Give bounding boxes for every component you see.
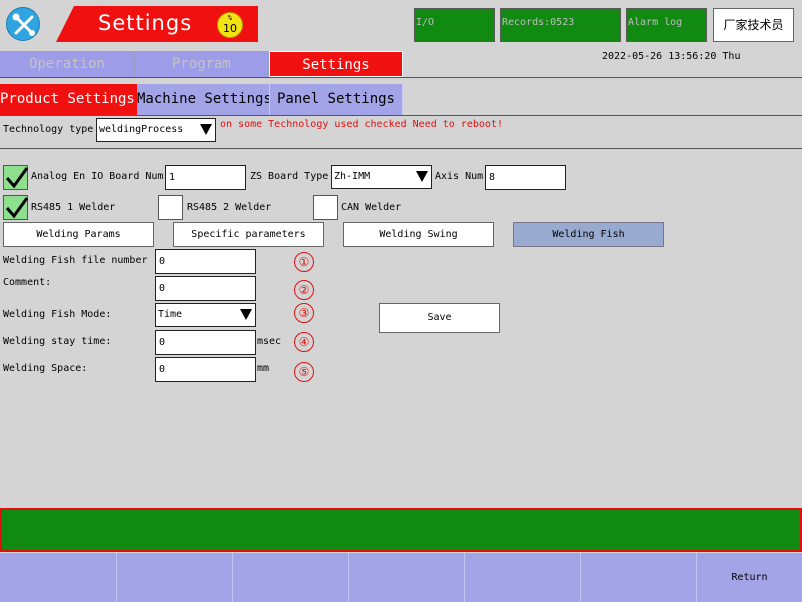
zs-board-type-select[interactable]: Zh-IMM [331, 165, 432, 189]
speed-value: 10 [223, 22, 237, 35]
stay-time-label: Welding stay time: [3, 336, 112, 347]
io-status-button[interactable]: I/O [414, 8, 495, 42]
triangle-down-icon [240, 309, 252, 320]
technology-type-value: weldingProcess [99, 124, 184, 135]
can-welder-checkbox[interactable] [313, 195, 338, 220]
axis-num-label: Axis Num [435, 171, 484, 182]
zs-board-type-label: ZS Board Type [250, 171, 329, 182]
function-key-1[interactable] [0, 553, 117, 602]
marker-3: ③ [294, 303, 314, 323]
divider [0, 148, 802, 149]
can-welder-label: CAN Welder [341, 202, 402, 213]
reboot-note: on some Technology used checked Need to … [220, 119, 503, 130]
welding-params-button[interactable]: Welding Params [3, 222, 154, 247]
specific-parameters-button[interactable]: Specific parameters [173, 222, 324, 247]
marker-5: ⑤ [294, 362, 314, 382]
stay-time-input[interactable]: 0 [155, 330, 256, 355]
checkmark-icon [5, 197, 29, 219]
rs485-1-welder-label: RS485 1 Welder [31, 202, 116, 213]
rs485-1-welder-checkbox[interactable] [3, 195, 29, 220]
fish-mode-select[interactable]: Time [155, 303, 256, 327]
stay-time-unit: msec [257, 336, 282, 347]
tab-settings[interactable]: Settings [269, 51, 403, 77]
return-button[interactable]: Return [697, 553, 802, 602]
technology-type-label: Technology type [3, 124, 94, 135]
tools-icon[interactable] [6, 7, 40, 41]
tab-operation[interactable]: Operation [0, 51, 135, 77]
marker-2: ② [294, 280, 314, 300]
datetime-display: 2022-05-26 13:56:20 Thu [602, 51, 741, 62]
analog-board-num-input[interactable]: 1 [165, 165, 246, 190]
axis-num-input[interactable]: 8 [485, 165, 566, 190]
zs-board-type-value: Zh-IMM [334, 171, 371, 182]
analog-board-checkbox[interactable] [3, 165, 29, 190]
function-key-3[interactable] [233, 553, 349, 602]
comment-label: Comment: [3, 277, 52, 288]
tab-program[interactable]: Program [135, 51, 269, 77]
rs485-2-welder-label: RS485 2 Welder [187, 202, 272, 213]
save-button[interactable]: Save [379, 303, 500, 333]
speed-badge[interactable]: % 10 [217, 12, 243, 38]
marker-1: ① [294, 252, 314, 272]
subtab-machine-settings[interactable]: Machine Settings [137, 84, 270, 115]
fish-mode-value: Time [158, 309, 183, 320]
function-key-6[interactable] [581, 553, 697, 602]
space-input[interactable]: 0 [155, 357, 256, 382]
fish-mode-label: Welding Fish Mode: [3, 309, 112, 320]
function-key-4[interactable] [349, 553, 465, 602]
function-key-2[interactable] [117, 553, 233, 602]
page-title: Settings [98, 11, 193, 35]
alarm-log-button[interactable]: Alarm log [626, 8, 707, 42]
subtab-panel-settings[interactable]: Panel Settings [270, 84, 403, 115]
divider [0, 77, 802, 78]
welding-swing-button[interactable]: Welding Swing [343, 222, 494, 247]
triangle-down-icon [416, 171, 428, 182]
fish-file-number-label: Welding Fish file number [3, 255, 148, 266]
checkmark-icon [5, 167, 29, 189]
welding-fish-button[interactable]: Welding Fish [513, 222, 664, 247]
fish-file-number-input[interactable]: 0 [155, 249, 256, 274]
speed-symbol: % [227, 14, 233, 22]
user-login-button[interactable]: 厂家技术员 [713, 8, 794, 42]
space-label: Welding Space: [3, 363, 88, 374]
message-bar [0, 508, 802, 552]
space-unit: mm [257, 363, 270, 374]
rs485-2-welder-checkbox[interactable] [158, 195, 183, 220]
function-key-5[interactable] [465, 553, 581, 602]
divider [0, 115, 802, 116]
subtab-product-settings[interactable]: Product Settings [0, 84, 137, 115]
triangle-down-icon [200, 124, 212, 135]
comment-input[interactable]: 0 [155, 276, 256, 301]
records-status-button[interactable]: Records:0523 [500, 8, 621, 42]
analog-board-label: Analog En IO Board Num [31, 171, 164, 182]
technology-type-select[interactable]: weldingProcess [96, 118, 216, 142]
marker-4: ④ [294, 332, 314, 352]
